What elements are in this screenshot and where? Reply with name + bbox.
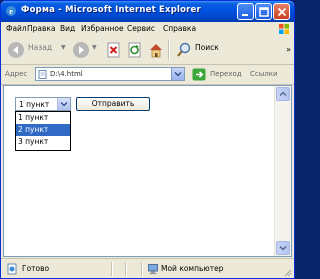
menu-tools[interactable]: Сервис [127,24,155,33]
go-button[interactable]: Переход [210,70,242,78]
status-separator [125,262,127,276]
address-field[interactable]: D:\4.html [35,67,185,81]
windows-logo-icon [279,24,289,34]
resize-grip-icon[interactable] [282,267,292,277]
minimize-button[interactable] [237,3,254,20]
status-separator [111,262,113,276]
home-icon[interactable] [148,39,164,61]
scroll-up-button[interactable] [276,87,290,101]
toolbar: Назад ▼ ▼ Поиск » [1,36,294,65]
stop-icon[interactable] [106,39,122,61]
vertical-scrollbar[interactable] [274,86,291,256]
status-bar: Готово Мой компьютер [1,258,294,278]
chevron-down-icon [60,102,68,107]
computer-icon [148,264,158,275]
page-icon [38,70,47,79]
menu-view[interactable]: Вид [60,24,75,33]
address-dropdown-button[interactable] [171,68,184,80]
title-bar[interactable]: e Форма - Microsoft Internet Explorer [1,1,294,22]
window-title: Форма - Microsoft Internet Explorer [21,5,201,15]
submit-button[interactable]: Отправить [76,97,150,111]
back-dropdown-icon[interactable]: ▼ [61,44,66,51]
search-label[interactable]: Поиск [195,43,219,52]
security-zone-label: Мой компьютер [161,264,224,273]
go-arrow-icon[interactable] [192,68,206,81]
close-button[interactable] [273,3,290,20]
chevron-down-icon [174,72,182,77]
close-icon [277,7,287,17]
search-icon[interactable] [176,39,192,61]
back-arrow-icon[interactable] [7,39,25,61]
select-value: 1 пункт [19,100,50,109]
forward-dropdown-icon[interactable]: ▼ [92,44,97,51]
minimize-icon [242,14,248,16]
scroll-down-button[interactable] [276,241,290,255]
address-bar: Адрес D:\4.html Переход Ссылки [1,65,294,85]
menu-help[interactable]: Справка [163,24,196,33]
option-select[interactable]: 1 пункт [15,97,71,111]
select-dropdown-button[interactable] [57,98,70,110]
select-dropdown-list: 1 пункт 2 пункт 3 пункт [15,111,71,151]
forward-arrow-icon[interactable] [72,39,90,61]
menu-file[interactable]: Файл [6,24,27,33]
menu-edit[interactable]: Правка [27,24,56,33]
refresh-icon[interactable] [127,39,143,61]
chevron-up-icon [279,91,287,96]
menu-favorites[interactable]: Избранное [81,24,124,33]
address-value: D:\4.html [50,70,83,78]
svg-text:e: e [9,7,13,16]
internet-explorer-icon: e [6,6,16,16]
page-done-icon [7,263,17,275]
status-separator [141,262,143,276]
option-item[interactable]: 1 пункт [16,112,70,124]
option-item[interactable]: 3 пункт [16,136,70,148]
chevron-down-icon [279,246,287,251]
toolbar-chevron-icon[interactable]: » [286,45,291,54]
maximize-icon [259,7,269,17]
menu-bar: Файл Правка Вид Избранное Сервис Справка [1,22,294,37]
back-label[interactable]: Назад [28,43,52,52]
address-label: Адрес [5,70,28,78]
toolbar-separator [168,40,170,60]
option-item-highlighted[interactable]: 2 пункт [16,124,70,136]
maximize-button[interactable] [255,3,272,20]
browser-window: e Форма - Microsoft Internet Explorer Фа… [0,0,295,279]
links-button[interactable]: Ссылки [250,70,278,78]
page-content: 1 пункт 1 пункт 2 пункт 3 пункт Отправит… [3,85,292,257]
status-text: Готово [22,264,50,273]
